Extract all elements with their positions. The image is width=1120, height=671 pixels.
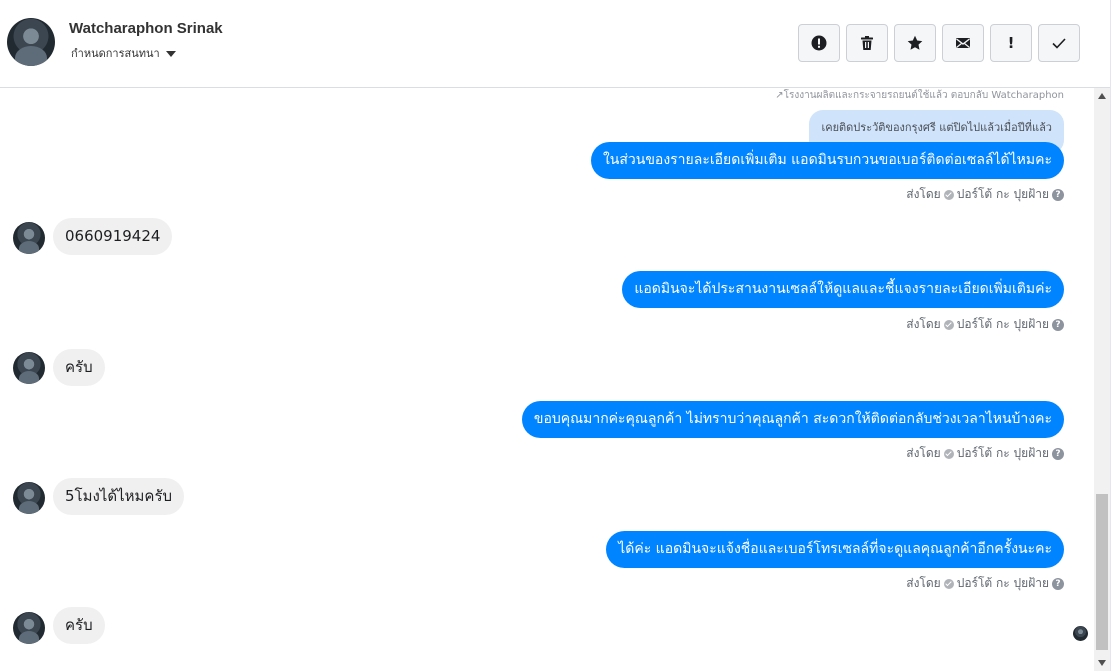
help-icon[interactable]: ? [1052, 447, 1064, 460]
checkmark-icon [1052, 38, 1066, 49]
toolbar: ! [798, 24, 1080, 62]
sent-by-label: ส่งโดย [906, 187, 941, 201]
scrollbar[interactable] [1094, 88, 1110, 671]
exclamation-icon: ! [1007, 34, 1015, 52]
alert-button[interactable] [798, 24, 840, 62]
read-receipt-avatar [1073, 626, 1088, 641]
avatar[interactable] [13, 352, 45, 384]
done-button[interactable] [1038, 24, 1080, 62]
check-icon [943, 578, 954, 589]
outgoing-message[interactable]: ได้ค่ะ แอดมินจะแจ้งชื่อและเบอร์โทรเซลล์ท… [606, 531, 1064, 568]
incoming-message[interactable]: ครับ [53, 349, 105, 386]
outgoing-message[interactable]: แอดมินจะได้ประสานงานเซลล์ให้ดูแลและชี้แจ… [622, 271, 1064, 308]
incoming-message[interactable]: ครับ [53, 607, 105, 644]
check-icon [943, 319, 954, 330]
sent-by-label: ส่งโดย [906, 317, 941, 331]
mark-unread-button[interactable] [942, 24, 984, 62]
window-edge [1110, 0, 1120, 671]
sender-name: ปอร์โต้ กะ ปุยฝ้าย [956, 317, 1049, 331]
reply-context: ↗โรงงานผลิตและกระจายรถยนต์ใช้แล้ว ตอบกลั… [775, 90, 1064, 101]
delete-button[interactable] [846, 24, 888, 62]
conversation-header: Watcharaphon Srinak กำหนดการสนทนา ! [0, 0, 1120, 88]
scroll-up-arrow-icon[interactable] [1098, 93, 1106, 99]
sender-name: ปอร์โต้ กะ ปุยฝ้าย [956, 187, 1049, 201]
conversation-settings-label: กำหนดการสนทนา [71, 47, 160, 60]
scroll-thumb[interactable] [1096, 494, 1108, 650]
trash-icon [861, 36, 873, 50]
sent-by-info: ส่งโดย ปอร์โต้ กะ ปุยฝ้าย ? [906, 444, 1064, 463]
important-button[interactable]: ! [990, 24, 1032, 62]
sent-by-info: ส่งโดย ปอร์โต้ กะ ปุยฝ้าย ? [906, 315, 1064, 334]
incoming-message[interactable]: 0660919424 [53, 218, 173, 255]
avatar[interactable] [13, 482, 45, 514]
envelope-icon [956, 38, 970, 48]
help-icon[interactable]: ? [1052, 577, 1064, 590]
outgoing-message[interactable]: ขอบคุณมากค่ะคุณลูกค้า ไม่ทราบว่าคุณลูกค้… [521, 401, 1064, 438]
star-icon [907, 35, 923, 50]
outgoing-message[interactable]: ในส่วนของรายละเอียดเพิ่มเติม แอดมินรบกวน… [590, 142, 1064, 179]
user-name[interactable]: Watcharaphon Srinak [69, 20, 223, 37]
sender-name: ปอร์โต้ กะ ปุยฝ้าย [956, 576, 1049, 590]
sent-by-label: ส่งโดย [906, 576, 941, 590]
conversation-settings-dropdown[interactable]: กำหนดการสนทนา [71, 44, 176, 62]
avatar[interactable] [7, 18, 55, 66]
sent-by-info: ส่งโดย ปอร์โต้ กะ ปุยฝ้าย ? [906, 185, 1064, 204]
star-button[interactable] [894, 24, 936, 62]
message-thread: ↗โรงงานผลิตและกระจายรถยนต์ใช้แล้ว ตอบกลั… [0, 88, 1094, 671]
reply-context-text: โรงงานผลิตและกระจายรถยนต์ใช้แล้ว ตอบกลับ… [783, 90, 1064, 101]
incoming-message[interactable]: 5โมงได้ไหมครับ [53, 478, 185, 515]
avatar[interactable] [13, 222, 45, 254]
sent-by-info: ส่งโดย ปอร์โต้ กะ ปุยฝ้าย ? [906, 574, 1064, 593]
check-icon [943, 448, 954, 459]
sent-by-label: ส่งโดย [906, 446, 941, 460]
messenger-app: Watcharaphon Srinak กำหนดการสนทนา ! ↗โรง… [0, 0, 1120, 671]
sender-name: ปอร์โต้ กะ ปุยฝ้าย [956, 446, 1049, 460]
scroll-down-arrow-icon[interactable] [1098, 660, 1106, 666]
caret-down-icon [165, 50, 176, 57]
help-icon[interactable]: ? [1052, 318, 1064, 331]
avatar[interactable] [13, 612, 45, 644]
exclamation-circle-icon [811, 35, 827, 51]
check-icon [943, 189, 954, 200]
help-icon[interactable]: ? [1052, 188, 1064, 201]
